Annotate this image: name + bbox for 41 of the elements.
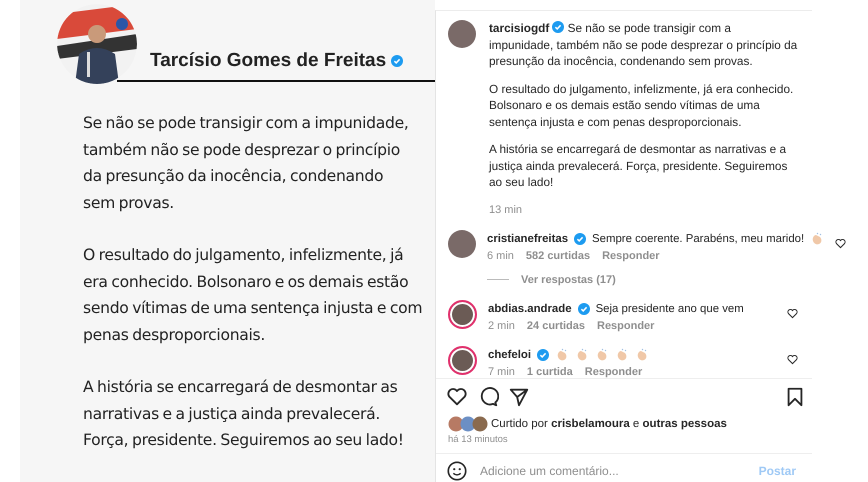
clapping-hands-icon	[810, 232, 824, 246]
comment-input[interactable]: Adicione um comentário...	[478, 462, 741, 478]
heart-icon[interactable]	[787, 354, 798, 364]
comment-time: 7 min	[488, 366, 515, 378]
caption-text: O resultado do julgamento, infelizmente, já era conhecido. Bolsonaro e os demais estão sendo vítimas de uma sentença injusta e com penas desproporcionais.	[489, 80, 794, 130]
heart-icon[interactable]	[446, 386, 468, 408]
username-link[interactable]: abdias.andrade	[488, 302, 572, 314]
post-button[interactable]: Postar	[750, 464, 804, 478]
likes-summary: Curtido por crisbelamoura e outras pessoas	[491, 418, 727, 430]
clapping-hands-icon	[595, 348, 610, 362]
reply-button[interactable]: Responder	[597, 320, 654, 332]
author-name: Tarcísio Gomes de Freitas	[150, 50, 386, 72]
post-paragraph: A história se encarregará de desmontar as narrativas e a justiça ainda prevalecerá. Força, presidente. Seguiremos ao seu lado!	[83, 377, 405, 451]
like-count[interactable]: 24 curtidas	[526, 320, 585, 332]
comment-text: Sempre coerente. Parabéns, meu marido!	[592, 232, 804, 244]
post-time: 13 min	[489, 204, 522, 216]
like-count[interactable]: 1 curtida	[526, 366, 573, 378]
liker-avatars-icon	[448, 416, 488, 432]
caption-text: tarcisiogdf Se não se pode transigir com a impunidade, também não se pode desprezar o princípio da presunção da inocência, condenando sem provas.	[489, 20, 798, 70]
comment-time: 6 min	[487, 250, 514, 262]
clapping-hands-icon	[615, 348, 630, 362]
comment-time: 2 min	[488, 320, 515, 332]
emoji-icon[interactable]	[446, 460, 468, 482]
heart-icon[interactable]	[787, 308, 798, 318]
reply-button[interactable]: Responder	[584, 366, 642, 378]
like-count[interactable]: 582 curtidas	[526, 250, 590, 262]
post-date: há 13 minutos	[448, 434, 509, 444]
avatar-icon	[448, 20, 476, 48]
post-paragraph: O resultado do julgamento, infelizmente, já era conhecido. Bolsonaro e os demais estão sendo vítimas de uma sentença injusta e com penas desproporcionais.	[83, 245, 424, 346]
clapping-hands-icon	[635, 348, 650, 362]
username-link[interactable]: tarcisiogdf	[489, 21, 550, 35]
caption-text: A história se encarregará de desmontar as narrativas e a justiça ainda prevalecerá. Força, presidente. Seguiremos ao seu lado!	[489, 141, 788, 190]
heart-icon[interactable]	[835, 238, 846, 248]
clapping-hands-icon	[575, 348, 590, 362]
clapping-hands-icon	[555, 348, 570, 362]
view-replies-button[interactable]: Ver respostas (17)	[521, 274, 616, 286]
username-link[interactable]: cristianefreitas	[487, 232, 568, 244]
comment-text: Seja presidente ano que vem	[596, 302, 744, 314]
username-link[interactable]: chefeloi	[488, 348, 532, 360]
post-paragraph: Se não se pode transigir com a impunidade, também não se pode desprezar o princípio da presunção da inocência, condenando sem provas.	[83, 113, 410, 214]
reply-button[interactable]: Responder	[602, 250, 660, 262]
